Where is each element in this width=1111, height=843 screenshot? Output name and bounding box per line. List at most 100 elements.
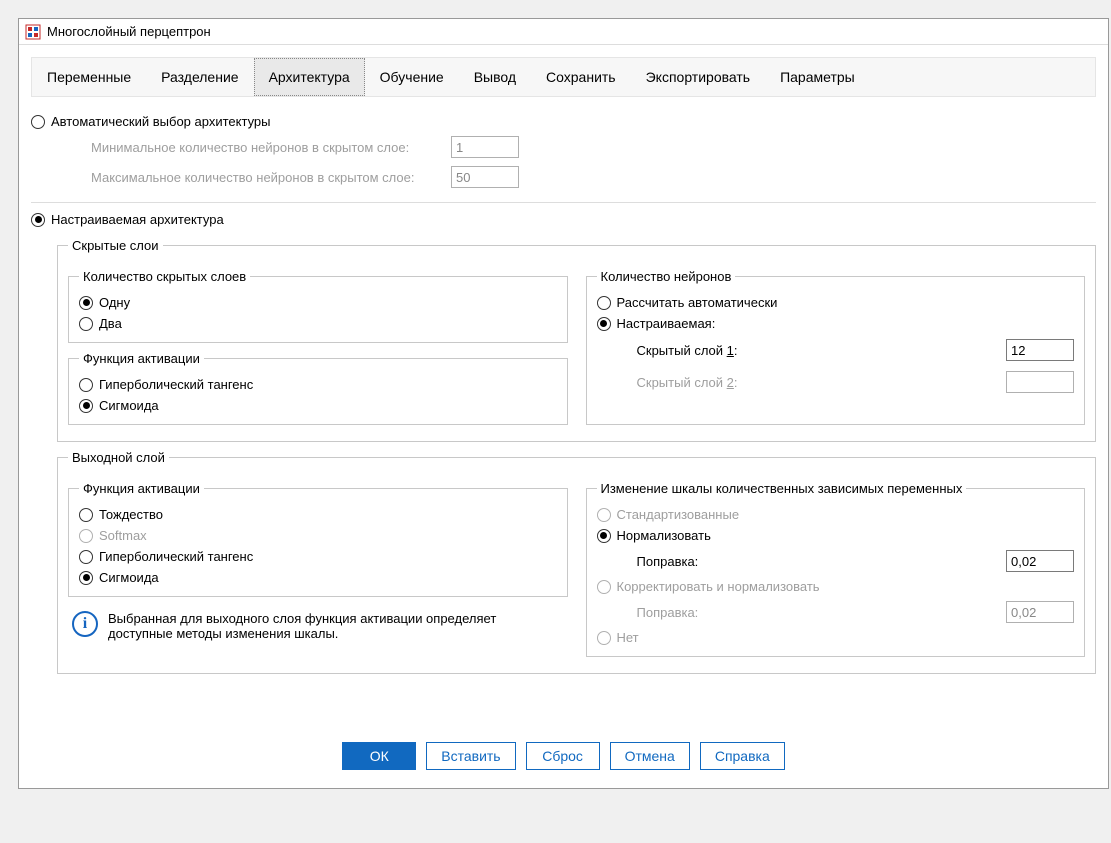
- tab-export[interactable]: Экспортировать: [631, 58, 765, 96]
- auto-max-label: Максимальное количество нейронов в скрыт…: [91, 170, 451, 185]
- output-layer-group: Выходной слой Функция активации Тождеств…: [57, 450, 1096, 674]
- hidden-act-tanh-label: Гиперболический тангенс: [99, 377, 253, 392]
- hidden-count-one-label: Одну: [99, 295, 130, 310]
- tab-variables[interactable]: Переменные: [32, 58, 146, 96]
- hidden-count-legend: Количество скрытых слоев: [79, 269, 250, 284]
- scale-none-radio: [597, 631, 611, 645]
- auto-min-label: Минимальное количество нейронов в скрыто…: [91, 140, 451, 155]
- info-row: i Выбранная для выходного слоя функция а…: [68, 605, 568, 643]
- scale-adjnorm-label: Корректировать и нормализовать: [617, 579, 820, 594]
- tab-partition[interactable]: Разделение: [146, 58, 253, 96]
- tab-output[interactable]: Вывод: [459, 58, 531, 96]
- tab-options[interactable]: Параметры: [765, 58, 870, 96]
- tab-save[interactable]: Сохранить: [531, 58, 631, 96]
- out-act-sigmoid-label: Сигмоида: [99, 570, 159, 585]
- neurons-layer2-input: [1006, 371, 1074, 393]
- dialog-window: Многослойный перцептрон Переменные Разде…: [18, 18, 1109, 789]
- out-act-tanh-row[interactable]: Гиперболический тангенс: [79, 546, 557, 567]
- out-act-softmax-radio: [79, 529, 93, 543]
- neurons-custom-row[interactable]: Настраиваемая:: [597, 313, 1075, 334]
- neurons-layer2-label: Скрытый слой 2:: [637, 375, 738, 390]
- scale-std-label: Стандартизованные: [617, 507, 740, 522]
- ok-button[interactable]: ОК: [342, 742, 416, 770]
- neurons-layer2-label-u: 2: [727, 375, 734, 390]
- out-act-identity-radio[interactable]: [79, 508, 93, 522]
- app-icon: [25, 24, 41, 40]
- mode-auto-row[interactable]: Автоматический выбор архитектуры: [31, 111, 1096, 132]
- neurons-layer1-label-pre: Скрытый слой: [637, 343, 727, 358]
- titlebar: Многослойный перцептрон: [19, 19, 1108, 45]
- cancel-button[interactable]: Отмена: [610, 742, 690, 770]
- neurons-auto-row[interactable]: Рассчитать автоматически: [597, 292, 1075, 313]
- scale-norm-corr-label: Поправка:: [637, 554, 699, 569]
- out-act-softmax-row: Softmax: [79, 525, 557, 546]
- out-act-tanh-label: Гиперболический тангенс: [99, 549, 253, 564]
- scale-adjnorm-radio: [597, 580, 611, 594]
- neurons-layer1-label-u: 1: [727, 343, 734, 358]
- hidden-act-tanh-row[interactable]: Гиперболический тангенс: [79, 374, 557, 395]
- hidden-count-one-radio[interactable]: [79, 296, 93, 310]
- divider: [31, 202, 1096, 203]
- neurons-custom-label: Настраиваемая:: [617, 316, 716, 331]
- mode-custom-label: Настраиваемая архитектура: [51, 212, 224, 227]
- hidden-count-two-row[interactable]: Два: [79, 313, 557, 334]
- scale-norm-corr-input[interactable]: [1006, 550, 1074, 572]
- reset-button[interactable]: Сброс: [526, 742, 600, 770]
- scale-adjnorm-row: Корректировать и нормализовать: [597, 576, 1075, 597]
- neurons-auto-label: Рассчитать автоматически: [617, 295, 778, 310]
- mode-auto-label: Автоматический выбор архитектуры: [51, 114, 271, 129]
- neurons-layer2-label-post: :: [734, 375, 738, 390]
- window-title: Многослойный перцептрон: [47, 24, 211, 39]
- scale-group: Изменение шкалы количественных зависимых…: [586, 481, 1086, 657]
- out-act-sigmoid-row[interactable]: Сигмоида: [79, 567, 557, 588]
- hidden-act-sigmoid-row[interactable]: Сигмоида: [79, 395, 557, 416]
- tab-architecture[interactable]: Архитектура: [254, 58, 365, 96]
- scale-adjnorm-corr-input: [1006, 601, 1074, 623]
- help-button[interactable]: Справка: [700, 742, 785, 770]
- out-act-identity-label: Тождество: [99, 507, 163, 522]
- hidden-act-sigmoid-label: Сигмоида: [99, 398, 159, 413]
- neurons-auto-radio[interactable]: [597, 296, 611, 310]
- hidden-count-two-radio[interactable]: [79, 317, 93, 331]
- scale-legend: Изменение шкалы количественных зависимых…: [597, 481, 967, 496]
- neurons-layer1-label-post: :: [734, 343, 738, 358]
- out-act-identity-row[interactable]: Тождество: [79, 504, 557, 525]
- neurons-layer1-label: Скрытый слой 1:: [637, 343, 738, 358]
- hidden-activation-legend: Функция активации: [79, 351, 204, 366]
- info-icon: i: [72, 611, 98, 637]
- scale-std-row: Стандартизованные: [597, 504, 1075, 525]
- hidden-count-one-row[interactable]: Одну: [79, 292, 557, 313]
- tabbar: Переменные Разделение Архитектура Обучен…: [31, 57, 1096, 97]
- mode-auto-radio[interactable]: [31, 115, 45, 129]
- scale-std-radio: [597, 508, 611, 522]
- hidden-act-sigmoid-radio[interactable]: [79, 399, 93, 413]
- hidden-activation-group: Функция активации Гиперболический танген…: [68, 351, 568, 425]
- hidden-layers-group: Скрытые слои Количество скрытых слоев Од…: [57, 238, 1096, 442]
- scale-none-row: Нет: [597, 627, 1075, 648]
- mode-custom-radio[interactable]: [31, 213, 45, 227]
- output-layer-legend: Выходной слой: [68, 450, 169, 465]
- scale-adjnorm-corr-label: Поправка:: [637, 605, 699, 620]
- auto-max-input: [451, 166, 519, 188]
- tab-training[interactable]: Обучение: [365, 58, 459, 96]
- neurons-legend: Количество нейронов: [597, 269, 736, 284]
- info-text: Выбранная для выходного слоя функция акт…: [108, 611, 564, 641]
- neurons-layer2-label-pre: Скрытый слой: [637, 375, 727, 390]
- auto-min-input: [451, 136, 519, 158]
- hidden-layers-legend: Скрытые слои: [68, 238, 163, 253]
- neurons-custom-radio[interactable]: [597, 317, 611, 331]
- out-act-tanh-radio[interactable]: [79, 550, 93, 564]
- paste-button[interactable]: Вставить: [426, 742, 515, 770]
- scale-none-label: Нет: [617, 630, 639, 645]
- hidden-act-tanh-radio[interactable]: [79, 378, 93, 392]
- output-activation-group: Функция активации Тождество Softmax: [68, 481, 568, 597]
- scale-norm-row[interactable]: Нормализовать: [597, 525, 1075, 546]
- hidden-count-two-label: Два: [99, 316, 122, 331]
- out-act-softmax-label: Softmax: [99, 528, 147, 543]
- button-bar: ОК Вставить Сброс Отмена Справка: [31, 682, 1096, 770]
- hidden-count-group: Количество скрытых слоев Одну Два: [68, 269, 568, 343]
- neurons-layer1-input[interactable]: [1006, 339, 1074, 361]
- scale-norm-radio[interactable]: [597, 529, 611, 543]
- out-act-sigmoid-radio[interactable]: [79, 571, 93, 585]
- mode-custom-row[interactable]: Настраиваемая архитектура: [31, 209, 1096, 230]
